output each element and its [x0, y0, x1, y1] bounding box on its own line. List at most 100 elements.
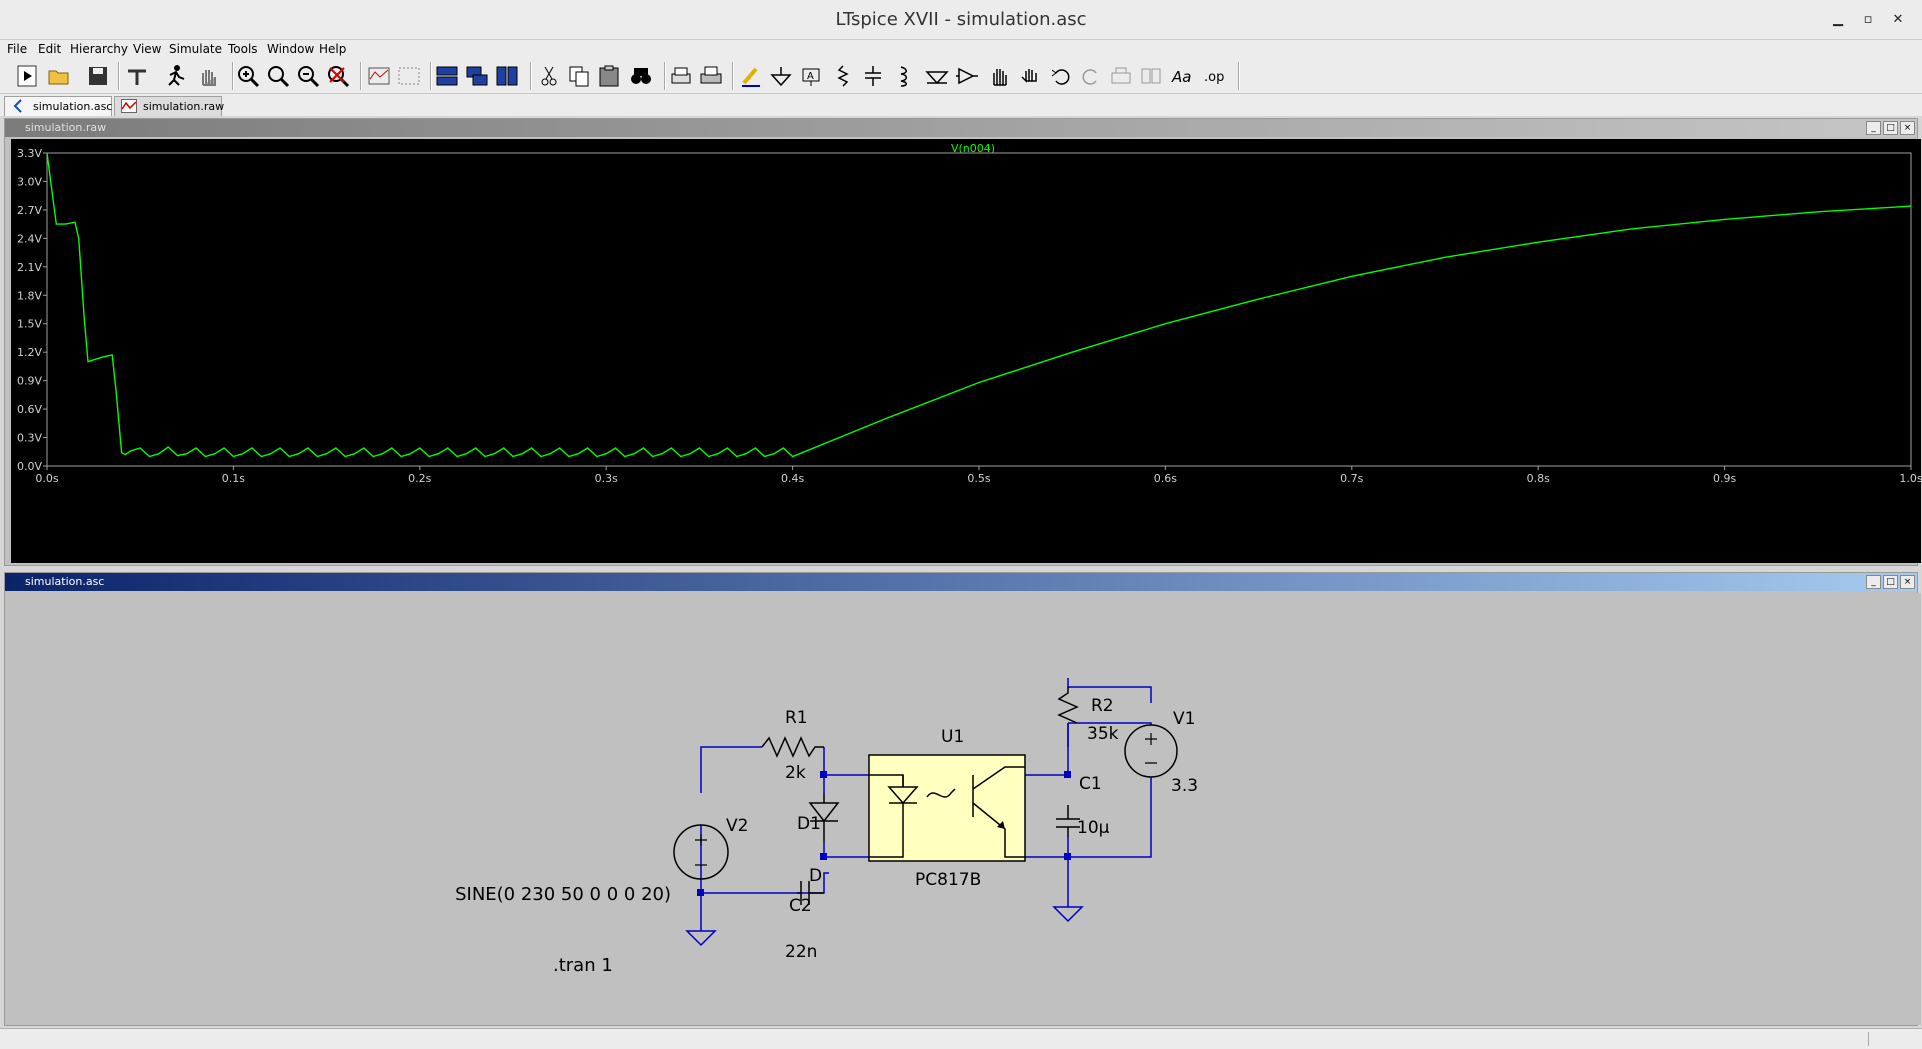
- schematic-window-title: simulation.asc: [25, 575, 105, 588]
- x-tick-label: 1.0s: [1899, 472, 1921, 485]
- y-tick-label: 1.2V: [17, 346, 42, 359]
- restore-button[interactable]: □: [1883, 575, 1898, 589]
- menu-hierarchy[interactable]: Hierarchy: [70, 42, 128, 56]
- menu-window[interactable]: Window: [267, 42, 314, 56]
- text-icon[interactable]: Aa: [1170, 63, 1196, 89]
- diode-d1[interactable]: D1 D: [797, 793, 840, 886]
- copy-icon[interactable]: [566, 63, 592, 89]
- minimize-button[interactable]: _: [1866, 121, 1881, 135]
- x-tick-label: 0.2s: [408, 472, 431, 485]
- restore-button[interactable]: □: [1883, 121, 1898, 135]
- print-preview-icon[interactable]: [668, 63, 694, 89]
- close-button[interactable]: ×: [1900, 575, 1915, 589]
- tile-horizontal-icon[interactable]: [434, 63, 460, 89]
- new-schematic-icon[interactable]: [14, 63, 40, 89]
- cut-icon[interactable]: [536, 63, 562, 89]
- schematic-canvas[interactable]: R1 2k V2 SINE(0 230 50 0 0 0 20) D1 D C2…: [9, 593, 1921, 1025]
- diode-icon[interactable]: [924, 63, 950, 89]
- inductor-icon[interactable]: [890, 63, 916, 89]
- autorange-icon[interactable]: [366, 63, 392, 89]
- tab-waveform[interactable]: simulation.raw: [114, 96, 224, 116]
- svg-text:A: A: [807, 71, 814, 82]
- plot-pane[interactable]: V(n004) 0.0V 0.3V 0.6V 0.9V 1.2V 1.5V 1.8V 2.1V…: [11, 139, 1922, 563]
- resistor-icon[interactable]: [830, 63, 856, 89]
- optocoupler-u1[interactable]: U1 PC817B: [868, 727, 1026, 890]
- close-button[interactable]: ✕: [1888, 10, 1908, 30]
- ground-icon[interactable]: [768, 63, 794, 89]
- menu-edit[interactable]: Edit: [38, 42, 61, 56]
- voltage-source-v2[interactable]: V2 SINE(0 230 50 0 0 0 20): [455, 816, 748, 905]
- y-tick-label: 1.8V: [17, 289, 42, 302]
- halt-icon[interactable]: [195, 63, 221, 89]
- capacitor-c1[interactable]: C1 10µ: [1056, 774, 1110, 838]
- minimize-button[interactable]: ▁: [1828, 10, 1848, 30]
- ground-symbol[interactable]: [685, 919, 717, 947]
- ground-symbol[interactable]: [1052, 893, 1084, 923]
- print-icon[interactable]: [698, 63, 724, 89]
- menu-view[interactable]: View: [133, 42, 161, 56]
- zoom-in-icon[interactable]: [235, 63, 261, 89]
- schematic-drawing[interactable]: R1 2k V2 SINE(0 230 50 0 0 0 20) D1 D C2…: [9, 593, 1921, 1025]
- x-tick-label: 0.8s: [1527, 472, 1550, 485]
- control-panel-icon[interactable]: [124, 63, 150, 89]
- run-icon[interactable]: [162, 63, 188, 89]
- menu-help[interactable]: Help: [319, 42, 346, 56]
- y-tick-label: 1.5V: [17, 318, 42, 331]
- tab-label: simulation.asc: [33, 100, 113, 113]
- menu-simulate[interactable]: Simulate: [169, 42, 222, 56]
- voltage-source-v1[interactable]: V1 3.3: [1124, 709, 1198, 796]
- move-hand-icon[interactable]: [986, 63, 1012, 89]
- r1-value: 2k: [785, 763, 806, 783]
- y-tick-label: 0.9V: [17, 375, 42, 388]
- tile-vertical-icon[interactable]: [494, 63, 520, 89]
- r2-value: 35k: [1087, 724, 1119, 744]
- schematic-icon: [11, 99, 27, 113]
- undo-icon[interactable]: [1048, 63, 1074, 89]
- tab-schematic[interactable]: simulation.asc: [4, 96, 112, 116]
- mirror-icon[interactable]: [1138, 63, 1164, 89]
- draw-wire-icon[interactable]: [738, 63, 764, 89]
- find-icon[interactable]: [628, 63, 654, 89]
- spice-directive-icon[interactable]: .op: [1202, 63, 1228, 89]
- minimize-button[interactable]: _: [1866, 575, 1881, 589]
- waveform-window-titlebar: simulation.raw _ □ ×: [5, 119, 1917, 137]
- toolbar: A Aa .op: [0, 58, 1922, 94]
- document-tabs: simulation.asc simulation.raw: [0, 94, 1922, 116]
- component-icon[interactable]: [954, 63, 980, 89]
- x-tick-label: 0.0s: [35, 472, 58, 485]
- open-folder-icon[interactable]: [46, 63, 72, 89]
- close-button[interactable]: ×: [1900, 121, 1915, 135]
- u1-ref: U1: [941, 727, 964, 747]
- cascade-icon[interactable]: [464, 63, 490, 89]
- y-tick-label: 0.3V: [17, 432, 42, 445]
- y-tick-label: 0.6V: [17, 403, 42, 416]
- waveform-plot[interactable]: V(n004) 0.0V0.3V0.6V0.9V1.2V1.5V1.8V2.1V…: [11, 139, 1922, 563]
- rotate-icon[interactable]: [1108, 63, 1134, 89]
- v1-ref: V1: [1173, 709, 1195, 729]
- menu-bar: File Edit Hierarchy View Simulate Tools …: [0, 40, 1922, 58]
- menu-tools[interactable]: Tools: [228, 42, 258, 56]
- x-tick-label: 0.3s: [595, 472, 618, 485]
- label-net-icon[interactable]: A: [798, 63, 824, 89]
- svg-text:Aa: Aa: [1171, 68, 1191, 86]
- resistor-r1[interactable]: R1 2k: [761, 708, 824, 783]
- maximize-button[interactable]: ▫: [1858, 10, 1878, 30]
- redo-icon[interactable]: [1078, 63, 1104, 89]
- c1-ref: C1: [1079, 774, 1102, 794]
- capacitor-icon[interactable]: [860, 63, 886, 89]
- save-icon[interactable]: [85, 63, 111, 89]
- resize-grip[interactable]: [1868, 1032, 1898, 1046]
- spice-directive[interactable]: .tran 1: [553, 955, 613, 976]
- v2-ref: V2: [726, 816, 748, 836]
- zoom-fit-icon[interactable]: [325, 63, 351, 89]
- pan-icon[interactable]: [265, 63, 291, 89]
- zoom-out-icon[interactable]: [295, 63, 321, 89]
- paste-icon[interactable]: [596, 63, 622, 89]
- waveform-icon: [121, 99, 137, 113]
- x-tick-label: 0.5s: [967, 472, 990, 485]
- x-tick-label: 0.6s: [1154, 472, 1177, 485]
- delete-plot-icon[interactable]: [396, 63, 422, 89]
- series-line-v-n004[interactable]: [46, 152, 1912, 458]
- drag-hand-icon[interactable]: [1016, 63, 1042, 89]
- menu-file[interactable]: File: [7, 42, 27, 56]
